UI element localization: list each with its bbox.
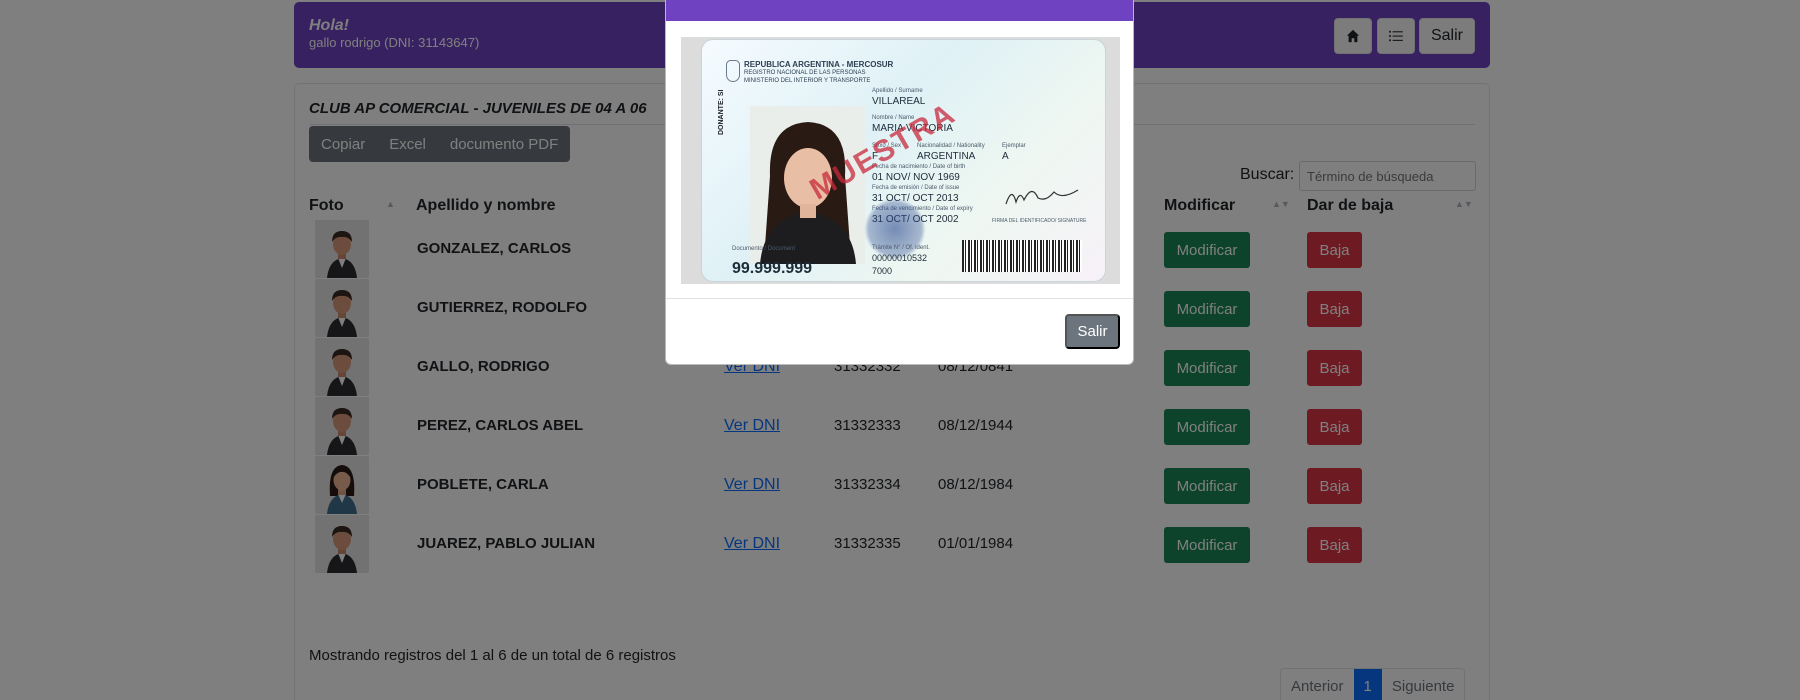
donor-label: DONANTE: SI <box>718 89 725 136</box>
modal-close-button[interactable]: Salir <box>1065 314 1120 349</box>
barcode <box>962 240 1082 272</box>
card-subheader: MINISTERIO DEL INTERIOR Y TRANSPORTE <box>744 78 871 84</box>
birth-value: 01 NOV/ NOV 1969 <box>872 172 960 183</box>
modal-header <box>666 0 1133 21</box>
document-label: Documento / Document <box>732 246 796 252</box>
surname-label: Apellido / Surname <box>872 88 923 94</box>
copy-value: A <box>1002 151 1009 162</box>
card-subheader: REGISTRO NACIONAL DE LAS PERSONAS <box>744 70 866 76</box>
office-value: 7000 <box>872 266 893 276</box>
card-header: REPUBLICA ARGENTINA - MERCOSUR <box>744 60 894 69</box>
signature <box>1005 189 1079 205</box>
dni-image: REPUBLICA ARGENTINA - MERCOSUR REGISTRO … <box>681 37 1120 284</box>
signature-label: FIRMA DEL IDENTIFICADO/ SIGNATURE <box>992 218 1087 224</box>
modal-divider <box>666 298 1133 299</box>
dni-card: REPUBLICA ARGENTINA - MERCOSUR REGISTRO … <box>701 39 1106 282</box>
dni-modal: REPUBLICA ARGENTINA - MERCOSUR REGISTRO … <box>665 0 1134 365</box>
document-number: 99.999.999 <box>732 260 813 277</box>
nationality-value: ARGENTINA <box>917 151 976 162</box>
issue-label: Fecha de emisión / Date of issue <box>872 185 960 191</box>
surname-value: VILLAREAL <box>872 96 926 107</box>
coat-of-arms-icon <box>726 60 740 82</box>
tramite-label: Trámite N° / Of. ident. <box>872 245 930 251</box>
tramite-value: 00000010532 <box>872 253 928 263</box>
copy-label: Ejemplar <box>1002 143 1026 149</box>
